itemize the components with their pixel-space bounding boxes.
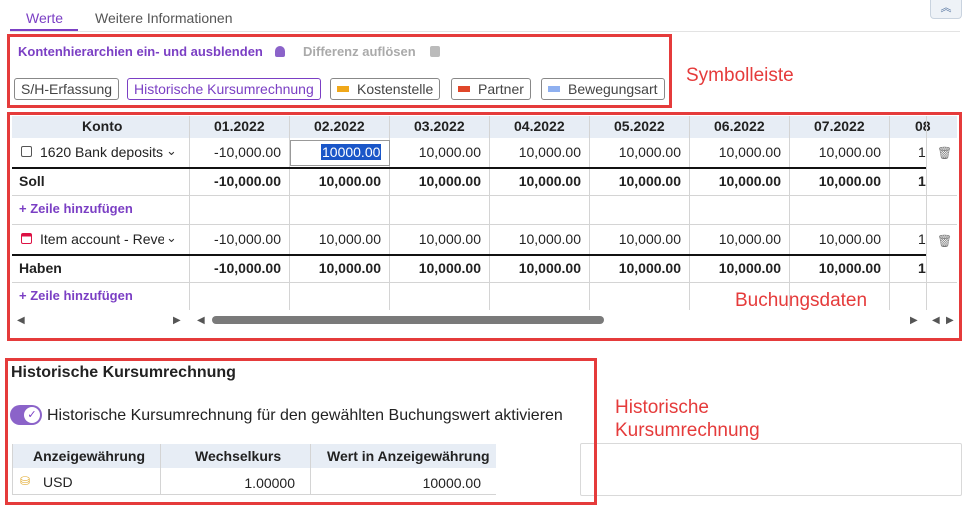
collapse-button[interactable]: ︽ — [930, 0, 962, 19]
annotation-label-toolbar: Symbolleiste — [686, 65, 794, 86]
tab-werte[interactable]: Werte — [26, 10, 63, 26]
annotation-label-booking: Buchungsdaten — [735, 290, 868, 311]
annotation-label-historical: Historische — [615, 397, 709, 418]
active-tab-indicator — [10, 29, 78, 31]
tab-divider — [10, 31, 960, 32]
tab-weitere-informationen[interactable]: Weitere Informationen — [95, 10, 232, 26]
chevron-up-icon: ︽ — [940, 2, 952, 14]
annotation-box-toolbar — [7, 34, 672, 108]
content-card — [580, 443, 962, 496]
annotation-box-historical — [5, 358, 597, 505]
annotation-label-historical-2: Kursumrechnung — [615, 420, 760, 441]
